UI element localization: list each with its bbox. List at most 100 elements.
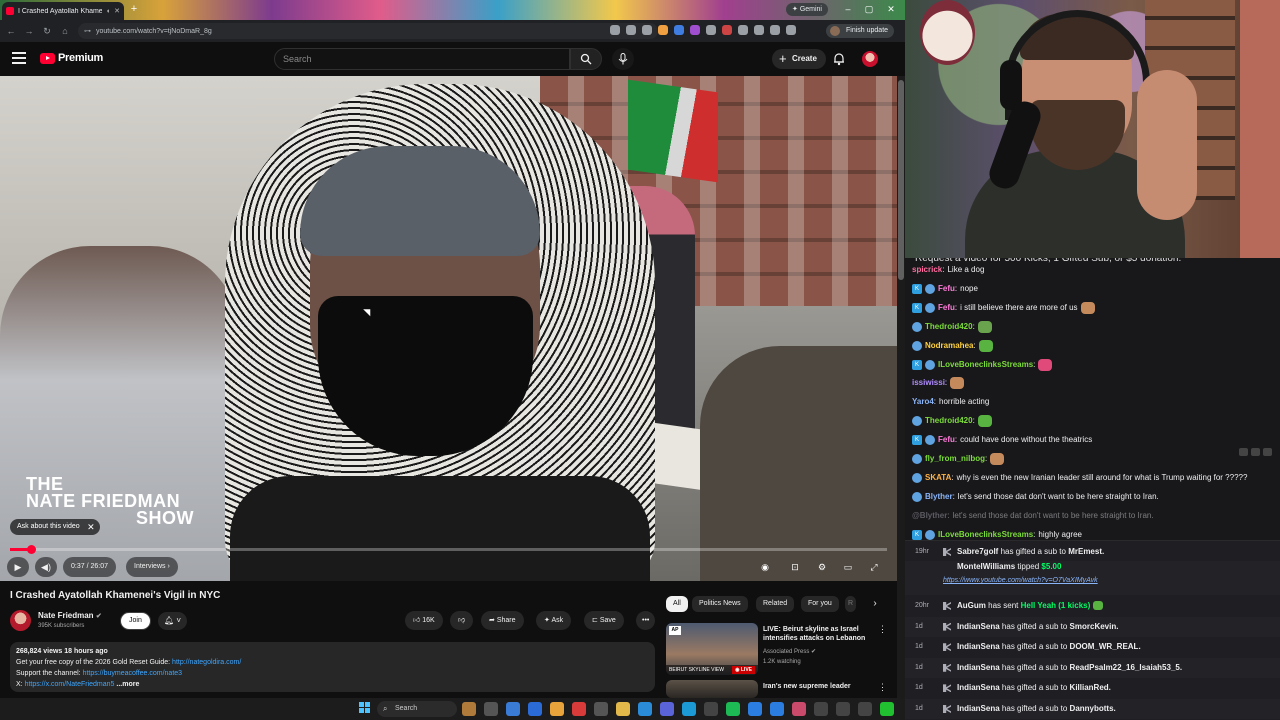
extension-gray-icon[interactable] — [706, 25, 716, 35]
chat-message[interactable]: K Fefu: i still believe there are more of … — [912, 300, 1095, 316]
spotify-icon[interactable] — [726, 702, 740, 716]
event-recipient[interactable]: ReadPsalm22_16_Isaiah53_5. — [1070, 663, 1183, 672]
chat-username[interactable]: SKATA — [925, 470, 951, 486]
finish-update-button[interactable]: Finish update — [826, 24, 895, 38]
channel-avatar[interactable] — [10, 610, 31, 631]
related-thumbnail-1[interactable]: AP BEIRUT SKYLINE VIEW ◉ LIVE — [666, 623, 758, 675]
search-input[interactable]: Search — [274, 48, 570, 70]
subtitles-icon[interactable]: ⊡ — [785, 557, 805, 577]
app-icon-16[interactable] — [792, 702, 806, 716]
chip-overflow[interactable]: R — [845, 596, 857, 612]
gold-guide-link[interactable]: http://nategoldira.com/ — [172, 659, 241, 666]
join-button[interactable]: Join — [120, 612, 151, 630]
minimize-icon[interactable]: – — [838, 2, 858, 16]
chat-username[interactable]: issiwissi — [912, 375, 945, 391]
chat-message[interactable]: K ILoveBoneclinksStreams: — [912, 357, 1053, 373]
menu-icon[interactable] — [12, 52, 26, 64]
event-recipient[interactable]: DOOM_WR_REAL. — [1070, 642, 1141, 651]
sidebar-icon[interactable] — [754, 25, 764, 35]
chat-username[interactable]: Nodramahea — [925, 338, 973, 354]
save-button[interactable]: ⊏ Save — [584, 611, 624, 630]
related-more-icon-1[interactable]: ⋮ — [878, 624, 887, 635]
show-more-link[interactable]: ...more — [116, 681, 139, 688]
chat-message[interactable]: Thedroid420: — [912, 413, 992, 429]
edge-icon[interactable] — [528, 702, 542, 716]
taskbar-search[interactable]: ⌕ Search — [377, 701, 457, 717]
tab-close-icon[interactable]: ✕ — [114, 7, 120, 15]
forward-icon[interactable]: → — [22, 24, 36, 38]
event-username[interactable]: Sabre7golf — [957, 547, 998, 556]
volume-button[interactable]: ◀) — [35, 557, 57, 577]
chat-username[interactable]: Fefu — [938, 432, 955, 448]
settings-gear-icon[interactable]: ⚙ — [812, 557, 832, 577]
event-row[interactable]: 1d IndianSena has gifted a sub to Killian… — [905, 678, 1280, 698]
chat-message[interactable]: @Blyther: let's send those dat don't want… — [912, 508, 1154, 524]
chat-message[interactable]: issiwissi: — [912, 375, 965, 391]
app-icon-11[interactable] — [682, 702, 696, 716]
event-recipient[interactable]: MrEmest. — [1068, 547, 1104, 556]
search-button[interactable] — [570, 48, 602, 70]
like-button[interactable]: 👍︎ 16K — [405, 611, 443, 630]
chat-username[interactable]: @Blyther — [912, 508, 947, 524]
event-username[interactable]: IndianSena — [957, 663, 1000, 672]
chat-username[interactable]: Fefu — [938, 281, 955, 297]
event-link[interactable]: https://www.youtube.com/watch?v=O7VaXIMy… — [943, 574, 1098, 588]
share-button[interactable]: ➦ Share — [481, 611, 524, 630]
chat-message[interactable]: Nodramahea: — [912, 338, 993, 354]
event-row[interactable]: 1d IndianSena has gifted a sub to ReadPsa… — [905, 657, 1280, 678]
file-explorer-icon[interactable] — [616, 702, 630, 716]
app-icon-18[interactable] — [836, 702, 850, 716]
event-recipient[interactable]: SmorcKevin. — [1070, 622, 1119, 631]
autoplay-toggle-icon[interactable]: ◉ — [755, 557, 775, 577]
url-bar[interactable]: ⊶ youtube.com/watch?v=tjNoDmaR_8g — [78, 23, 658, 39]
event-username[interactable]: MontelWilliams — [957, 562, 1015, 571]
window-close-icon[interactable]: ✕ — [881, 2, 901, 16]
chip-politics-news[interactable]: Politics News — [692, 596, 748, 612]
chips-next-icon[interactable]: › — [868, 597, 882, 611]
zoom-icon[interactable] — [610, 25, 620, 35]
chat-message[interactable]: spicrick: Like a dog — [912, 262, 984, 278]
chat-username[interactable]: Thedroid420 — [925, 413, 973, 429]
discord-icon[interactable] — [660, 702, 674, 716]
chat-username[interactable]: fly_from_nilbog — [925, 451, 985, 467]
subscription-bell-button[interactable]: 🔔︎ ˅ — [158, 612, 188, 630]
browser-tab[interactable]: I Crashed Ayatollah Khame ◖ ✕ — [2, 2, 124, 20]
obs-icon[interactable] — [572, 702, 586, 716]
widgets-icon[interactable] — [506, 702, 520, 716]
event-recipient[interactable]: KillianRed. — [1070, 683, 1111, 692]
app-icon-20[interactable] — [880, 702, 894, 716]
event-username[interactable]: IndianSena — [957, 704, 1000, 713]
page-scrollbar[interactable] — [897, 76, 905, 698]
x-profile-link[interactable]: https://x.com/NateFriedman5 — [25, 681, 115, 688]
chat-username[interactable]: ILoveBoneclinksStreams — [938, 357, 1033, 373]
chat-username[interactable]: Fefu — [938, 300, 955, 316]
reload-icon[interactable]: ↻ — [40, 24, 54, 38]
event-row[interactable]: MontelWilliams tipped $5.00 https://www.y… — [905, 561, 1280, 595]
steam-icon[interactable] — [638, 702, 652, 716]
chat-message[interactable]: Thedroid420: — [912, 319, 992, 335]
ask-chip-close-icon[interactable]: ✕ — [87, 519, 95, 535]
chip-all[interactable]: All — [666, 596, 688, 612]
theater-mode-icon[interactable]: ▭ — [838, 557, 858, 577]
chat-message[interactable]: K Fefu: could have done without the theatr… — [912, 432, 1092, 448]
related-title-2[interactable]: Iran's new supreme leader — [763, 682, 875, 691]
video-player[interactable]: THE NATE FRIEDMAN SHOW Ask about this vi… — [0, 76, 897, 581]
event-row[interactable]: 1d IndianSena has gifted a sub to Dannybo… — [905, 699, 1280, 719]
cast-icon[interactable] — [626, 25, 636, 35]
description-box[interactable]: 268,824 views 18 hours ago Get your free… — [10, 642, 655, 692]
extensions-puzzle-icon[interactable] — [738, 25, 748, 35]
event-recipient[interactable]: Dannybotts. — [1070, 704, 1116, 713]
chat-message[interactable]: fly_from_nilbog: — [912, 451, 1005, 467]
extension-blue-icon[interactable] — [674, 25, 684, 35]
site-info-icon[interactable]: ⊶ — [84, 27, 91, 35]
app-icon-15[interactable] — [770, 702, 784, 716]
profile-icon[interactable] — [786, 25, 796, 35]
channel-name[interactable]: Nate Friedman ✔ — [38, 611, 102, 620]
chat-message[interactable]: Blyther: let's send those dat don't want … — [912, 489, 1159, 505]
delete-icon[interactable] — [1263, 448, 1272, 456]
progress-scrubber[interactable] — [27, 545, 37, 554]
event-username[interactable]: IndianSena — [957, 683, 1000, 692]
new-tab-button[interactable]: + — [128, 3, 140, 15]
related-thumbnail-2[interactable] — [666, 680, 758, 698]
windows-start-icon[interactable] — [359, 702, 371, 714]
